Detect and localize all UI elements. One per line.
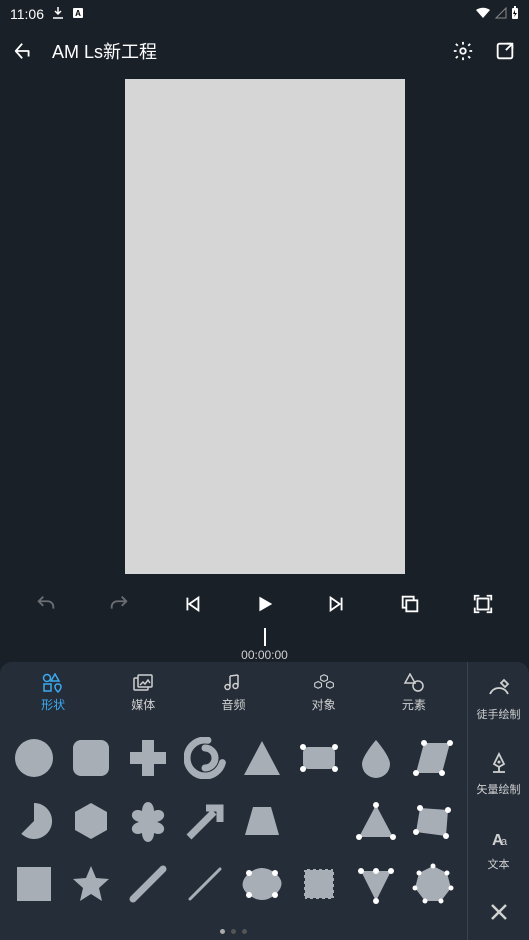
shape-hexagon[interactable]: [65, 791, 118, 850]
tab-elements[interactable]: 元素: [402, 672, 426, 713]
settings-button[interactable]: [449, 37, 477, 65]
canvas-area: [0, 73, 529, 580]
text-icon: Aa: [487, 827, 511, 852]
tab-label: 音频: [221, 696, 245, 713]
shape-drop[interactable]: [349, 728, 402, 787]
shape-pie[interactable]: [8, 791, 61, 850]
shape-rect-handles[interactable]: [292, 728, 345, 787]
undo-button[interactable]: [26, 584, 66, 624]
fullscreen-button[interactable]: [463, 584, 503, 624]
page-indicator: [0, 922, 467, 940]
audio-icon: [223, 672, 243, 694]
layers-button[interactable]: [390, 584, 430, 624]
shape-plus[interactable]: [122, 728, 175, 787]
svg-text:a: a: [501, 836, 508, 848]
tab-label: 形状: [41, 696, 65, 713]
shape-star[interactable]: [65, 855, 118, 914]
playhead[interactable]: [264, 628, 266, 646]
shape-line-thick[interactable]: [122, 855, 175, 914]
shape-rounded-square[interactable]: [65, 728, 118, 787]
status-bar: 11:06 A: [0, 0, 529, 28]
panel-tabs: 形状 媒体 音频 对象 元素: [0, 662, 467, 722]
tab-label: 对象: [312, 696, 336, 713]
vector-draw-button[interactable]: 矢量绘制: [468, 737, 529, 812]
skip-start-button[interactable]: [172, 584, 212, 624]
pencil-icon: [487, 677, 511, 702]
project-title: AM Ls新工程: [52, 38, 435, 64]
shape-flower[interactable]: [122, 791, 175, 850]
timecode: 00:00:00: [241, 648, 288, 662]
tab-objects[interactable]: 对象: [312, 672, 336, 713]
text-button[interactable]: Aa 文本: [468, 812, 529, 887]
shape-heptagon[interactable]: [406, 855, 459, 914]
freehand-draw-button[interactable]: 徒手绘制: [468, 662, 529, 737]
shape-square[interactable]: [8, 855, 61, 914]
shape-arc[interactable]: [179, 728, 232, 787]
svg-text:A: A: [75, 9, 81, 18]
page-dot: [220, 929, 225, 934]
shape-quad-path[interactable]: [406, 791, 459, 850]
page-dot: [242, 929, 247, 934]
side-tools: 徒手绘制 矢量绘制 Aa 文本: [467, 662, 529, 940]
signal-icon: [495, 6, 507, 22]
shape-line-thin[interactable]: [179, 855, 232, 914]
bottom-panel: 形状 媒体 音频 对象 元素: [0, 662, 529, 940]
shape-crescent[interactable]: [292, 791, 345, 850]
shape-arrow[interactable]: [179, 791, 232, 850]
pen-icon: [487, 752, 511, 777]
status-time: 11:06: [10, 6, 44, 22]
shape-trapezoid[interactable]: [236, 791, 289, 850]
shape-parallelogram[interactable]: [406, 728, 459, 787]
tab-media[interactable]: 媒体: [131, 672, 155, 713]
skip-end-button[interactable]: [317, 584, 357, 624]
shape-blob-path[interactable]: [236, 855, 289, 914]
tab-shapes[interactable]: 形状: [41, 672, 65, 713]
back-button[interactable]: [10, 37, 38, 65]
badge-icon: A: [72, 6, 84, 22]
shape-stamp[interactable]: [292, 855, 345, 914]
app-bar: AM Ls新工程: [0, 28, 529, 73]
tab-label: 元素: [402, 696, 426, 713]
shape-diamond[interactable]: [349, 855, 402, 914]
side-tool-label: 徒手绘制: [477, 706, 521, 722]
media-icon: [132, 672, 154, 694]
shapes-grid: [0, 722, 467, 922]
objects-icon: [313, 672, 335, 694]
close-icon: [489, 902, 509, 925]
shape-circle[interactable]: [8, 728, 61, 787]
close-panel-button[interactable]: [468, 887, 529, 940]
battery-icon: [511, 6, 519, 23]
redo-button[interactable]: [99, 584, 139, 624]
playback-controls: [0, 580, 529, 628]
play-button[interactable]: [244, 584, 284, 624]
canvas[interactable]: [125, 79, 405, 574]
wifi-icon: [475, 6, 491, 22]
export-button[interactable]: [491, 37, 519, 65]
side-tool-label: 文本: [488, 856, 510, 872]
tab-label: 媒体: [131, 696, 155, 713]
timeline[interactable]: 00:00:00: [0, 628, 529, 662]
shape-triangle[interactable]: [236, 728, 289, 787]
shapes-icon: [42, 672, 64, 694]
page-dot: [231, 929, 236, 934]
download-icon: [52, 6, 64, 22]
elements-icon: [403, 672, 425, 694]
side-tool-label: 矢量绘制: [477, 781, 521, 797]
tab-audio[interactable]: 音频: [221, 672, 245, 713]
shape-triangle-path[interactable]: [349, 791, 402, 850]
